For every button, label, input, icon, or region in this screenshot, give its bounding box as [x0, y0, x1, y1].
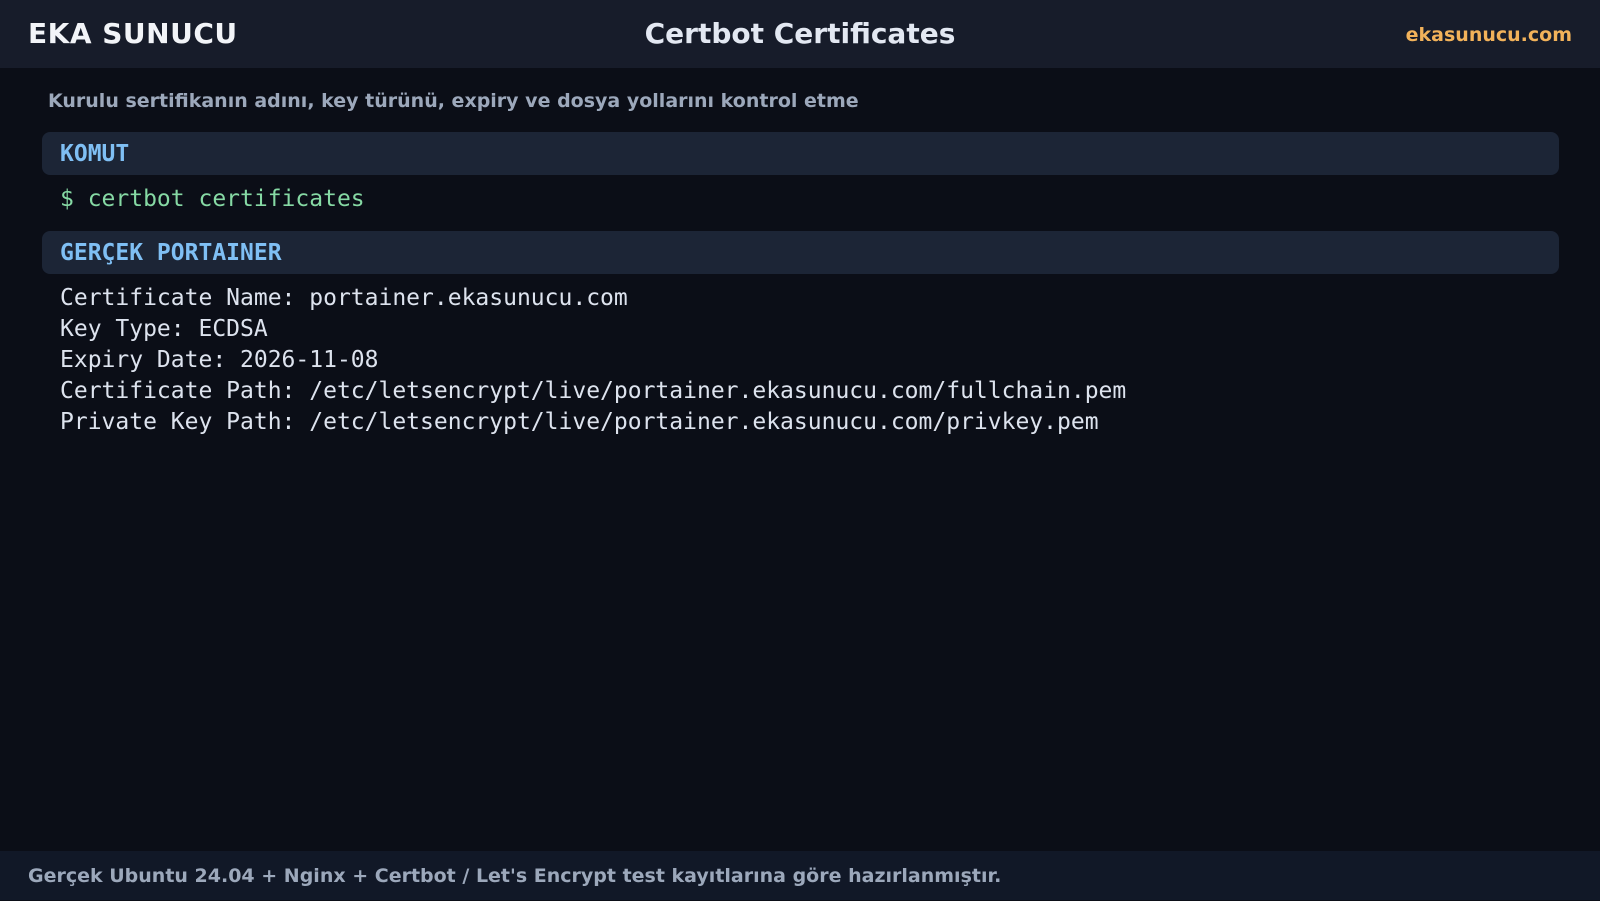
- output-section-header: GERÇEK PORTAINER: [42, 231, 1559, 274]
- footer-bar: Gerçek Ubuntu 24.04 + Nginx + Certbot / …: [0, 851, 1600, 900]
- command-line: $ certbot certificates: [60, 186, 365, 212]
- command-section-label: KOMUT: [60, 141, 130, 167]
- output-line-expiry-date: Expiry Date: 2026-11-08: [60, 347, 379, 373]
- output-line-private-key-path: Private Key Path: /etc/letsencrypt/live/…: [60, 409, 1099, 435]
- top-bar: EKA SUNUCU Certbot Certificates ekasunuc…: [0, 0, 1600, 68]
- footer-note: Gerçek Ubuntu 24.04 + Nginx + Certbot / …: [28, 865, 1002, 887]
- site-link[interactable]: ekasunucu.com: [1406, 0, 1572, 70]
- page-subtitle: Kurulu sertifikanın adını, key türünü, e…: [48, 90, 859, 112]
- output-line-key-type: Key Type: ECDSA: [60, 316, 268, 342]
- output-block: Certificate Name: portainer.ekasunucu.co…: [60, 283, 1126, 438]
- command-section-header: KOMUT: [42, 132, 1559, 175]
- output-line-certificate-name: Certificate Name: portainer.ekasunucu.co…: [60, 285, 628, 311]
- page-title: Certbot Certificates: [644, 17, 956, 50]
- output-line-certificate-path: Certificate Path: /etc/letsencrypt/live/…: [60, 378, 1127, 404]
- output-section-label: GERÇEK PORTAINER: [60, 240, 282, 266]
